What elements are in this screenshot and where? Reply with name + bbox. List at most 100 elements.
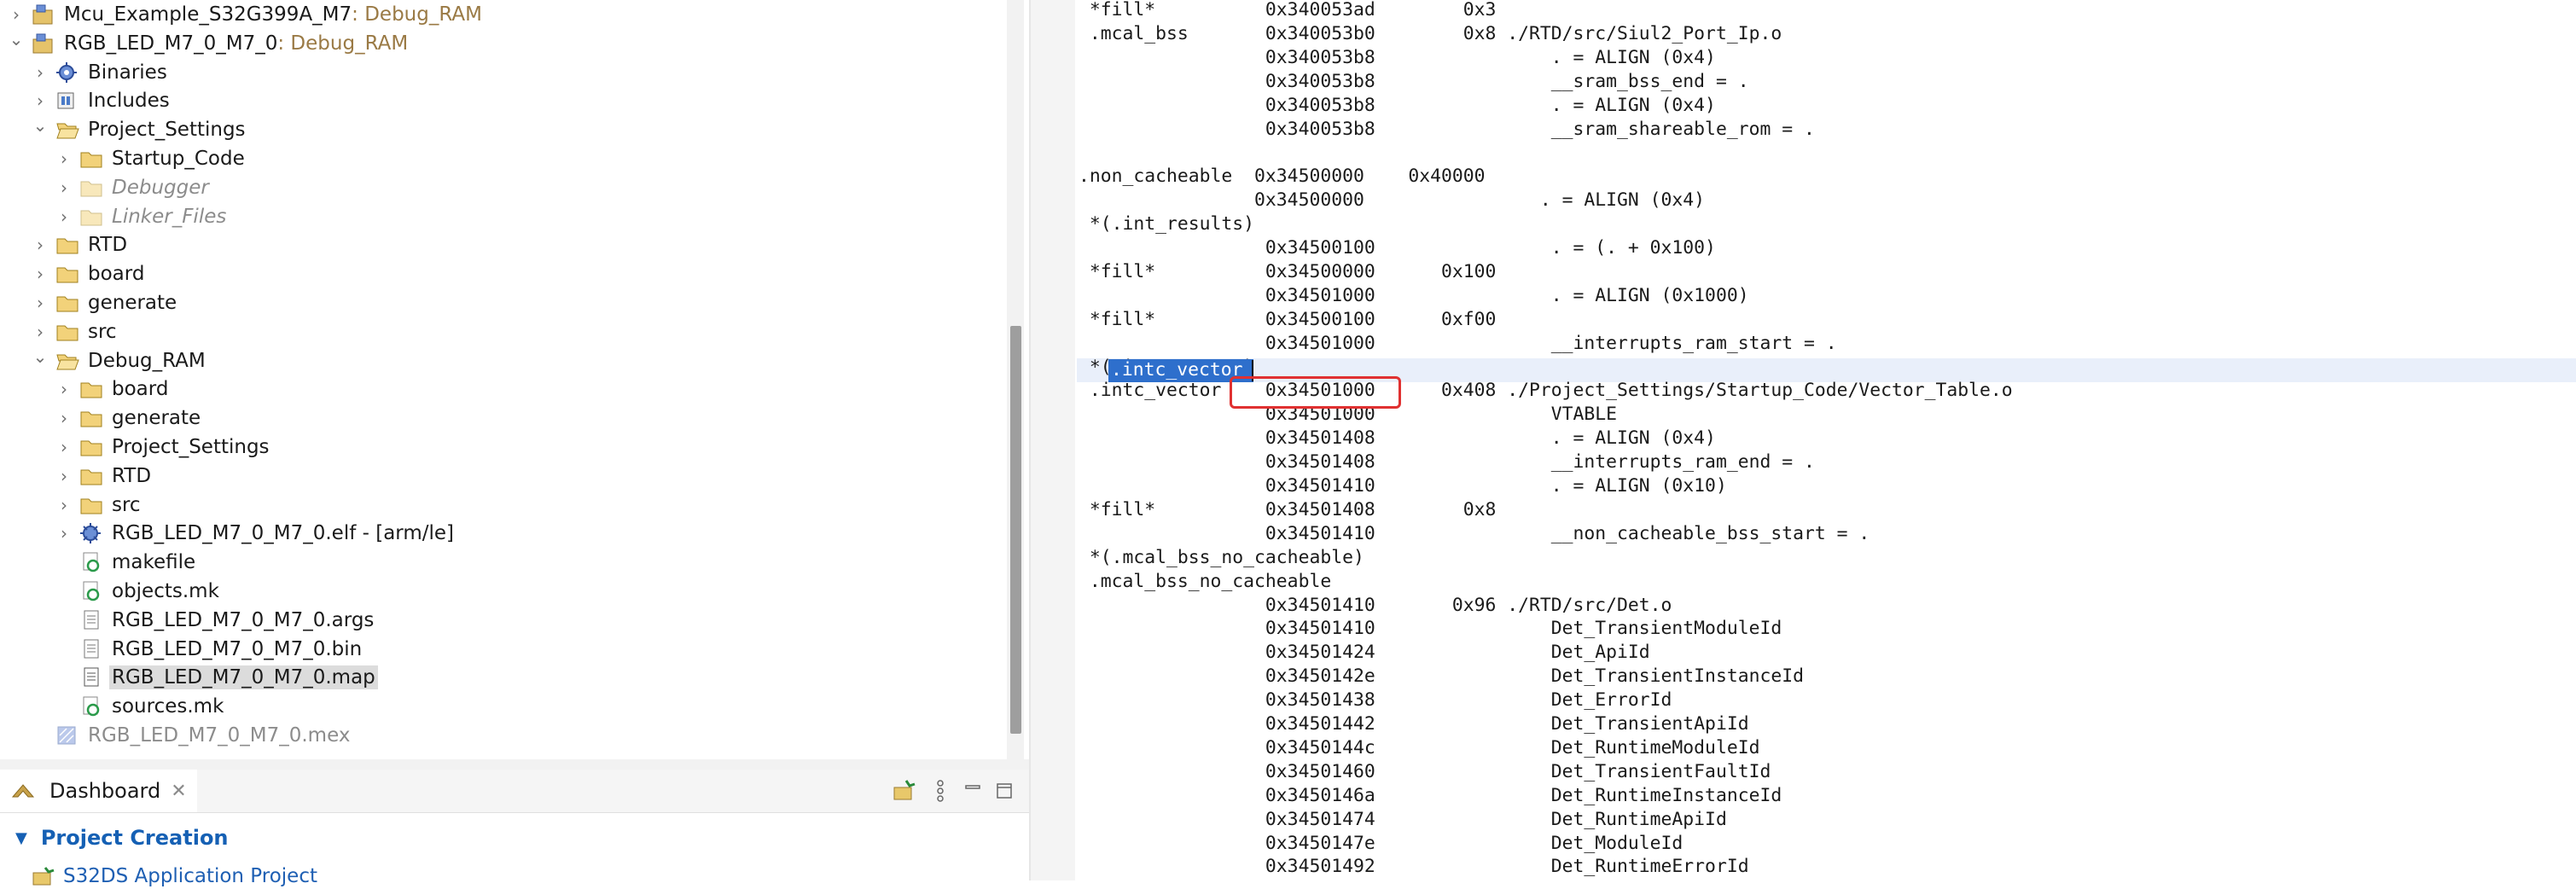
- tree-item[interactable]: objects.mk: [55, 577, 222, 606]
- tree-item[interactable]: RGB_LED_M7_0_M7_0.bin: [55, 635, 364, 664]
- tree-item-label-box: RTD: [109, 464, 154, 488]
- folder-icon: [79, 463, 104, 489]
- chevron-right-icon[interactable]: ›: [55, 491, 73, 520]
- tree-item[interactable]: › Includes: [31, 86, 172, 115]
- chevron-right-icon[interactable]: ›: [55, 433, 73, 462]
- chevron-right-icon[interactable]: ›: [55, 144, 73, 173]
- tree-item-label-box: board: [85, 262, 147, 286]
- project-icon: [31, 31, 56, 56]
- map-line: 0x34501442 Det_TransientApiId: [1079, 713, 1749, 735]
- map-line: 0x340053b8 . = ALIGN (0x4): [1079, 94, 1716, 116]
- chevron-right-icon[interactable]: ›: [55, 375, 73, 404]
- folder-icon: [55, 290, 80, 316]
- minimize-icon[interactable]: [958, 776, 987, 805]
- folder-open-icon: [55, 348, 80, 374]
- tree-item[interactable]: › src: [55, 491, 143, 520]
- folder-icon: [79, 204, 104, 230]
- maximize-icon[interactable]: [990, 776, 1019, 805]
- map-line: 0x340053b8 . = ALIGN (0x4): [1079, 46, 1716, 68]
- chevron-right-icon[interactable]: ›: [31, 58, 49, 87]
- tree-item[interactable]: ⌄ Debug_RAM: [31, 346, 208, 375]
- chevron-right-icon[interactable]: ›: [31, 259, 49, 288]
- tree-item[interactable]: ⌄ RGB_LED_M7_0_M7_0: Debug_RAM: [7, 29, 410, 58]
- tree-item-label-box: RGB_LED_M7_0_M7_0: Debug_RAM: [61, 32, 410, 55]
- highlighted-address-annotation: [1230, 376, 1401, 409]
- explorer-scrollbar-thumb[interactable]: [1010, 326, 1021, 734]
- folder-open-icon: [55, 117, 80, 142]
- tree-item-label: Binaries: [88, 61, 167, 84]
- tree-item[interactable]: › generate: [55, 404, 203, 433]
- tree-item[interactable]: › RGB_LED_M7_0_M7_0.elf - [arm/le]: [55, 519, 456, 548]
- new-project-icon[interactable]: [890, 776, 919, 805]
- tree-item-label: sources.mk: [112, 695, 224, 718]
- map-line: 0x3450146a Det_RuntimeInstanceId: [1079, 784, 1782, 806]
- tree-item-label: generate: [88, 292, 177, 314]
- chevron-right-icon[interactable]: ›: [55, 173, 73, 202]
- tree-item-label-box: Debugger: [109, 176, 212, 200]
- chevron-right-icon[interactable]: ›: [55, 202, 73, 231]
- chevron-right-icon[interactable]: ›: [31, 288, 49, 317]
- tree-item[interactable]: › Binaries: [31, 58, 170, 87]
- tree-item-label: RGB_LED_M7_0_M7_0.map: [112, 666, 375, 689]
- tree-item[interactable]: › Debugger: [55, 173, 212, 202]
- chevron-right-icon[interactable]: ›: [55, 519, 73, 548]
- tree-item[interactable]: › generate: [31, 288, 179, 317]
- tree-item[interactable]: RGB_LED_M7_0_M7_0.map: [55, 663, 378, 692]
- tree-item[interactable]: sources.mk: [55, 692, 226, 721]
- tree-item[interactable]: RGB_LED_M7_0_M7_0.mex: [31, 721, 352, 750]
- tree-item[interactable]: › Mcu_Example_S32G399A_M7: Debug_RAM: [7, 0, 485, 29]
- folder-icon: [55, 261, 80, 287]
- collapse-triangle-icon[interactable]: ▼: [15, 829, 27, 847]
- tree-item-config-suffix: : Debug_RAM: [277, 32, 409, 55]
- tree-item-label-box: Debug_RAM: [85, 349, 208, 373]
- tree-item[interactable]: › Startup_Code: [55, 144, 247, 173]
- map-line: 0x34501438 Det_ErrorId: [1079, 689, 1672, 712]
- map-line: *fill* 0x340053ad 0x3: [1079, 0, 1497, 20]
- chevron-right-icon[interactable]: ›: [31, 230, 49, 259]
- tree-item-label-box: RTD: [85, 233, 130, 257]
- tree-item-label: RGB_LED_M7_0_M7_0: [64, 32, 278, 55]
- panel-sash[interactable]: [0, 759, 1029, 770]
- map-line: 0x34501410 __non_cacheable_bss_start = .: [1079, 522, 1870, 544]
- tree-item[interactable]: › RTD: [55, 462, 154, 491]
- close-icon[interactable]: ✕: [171, 781, 186, 802]
- binaries-icon: [55, 60, 80, 85]
- tree-item-label-box: RGB_LED_M7_0_M7_0.elf - [arm/le]: [109, 521, 456, 545]
- chevron-right-icon[interactable]: ›: [55, 404, 73, 433]
- map-line: 0x340053b8 __sram_bss_end = .: [1079, 70, 1749, 92]
- s32ds-application-project-link[interactable]: S32DS Application Project: [31, 863, 317, 889]
- chevron-down-icon[interactable]: ⌄: [7, 25, 26, 54]
- tree-item[interactable]: RGB_LED_M7_0_M7_0.args: [55, 606, 376, 635]
- map-line: .mcal_bss 0x340053b0 0x8 ./RTD/src/Siul2…: [1079, 22, 1782, 44]
- chevron-down-icon[interactable]: ⌄: [31, 111, 49, 140]
- folder-icon: [79, 376, 104, 402]
- tree-item-label: RGB_LED_M7_0_M7_0.bin: [112, 637, 363, 660]
- map-line: .mcal_bss_no_cacheable: [1079, 570, 1332, 592]
- tab-dashboard[interactable]: Dashboard ✕: [0, 770, 197, 812]
- tree-item-label: RGB_LED_M7_0_M7_0.args: [112, 608, 375, 631]
- chevron-down-icon[interactable]: ⌄: [31, 342, 49, 371]
- tree-item-label-box: Mcu_Example_S32G399A_M7: Debug_RAM: [61, 3, 485, 26]
- project-icon: [31, 2, 56, 27]
- tree-item[interactable]: › Linker_Files: [55, 202, 229, 231]
- tree-item[interactable]: › board: [55, 375, 171, 404]
- tree-item-label-box: src: [85, 320, 119, 344]
- map-line: 0x34501410 Det_TransientModuleId: [1079, 618, 1782, 640]
- tree-item[interactable]: ⌄ Project_Settings: [31, 115, 248, 144]
- editor-ruler: [1031, 0, 1075, 880]
- chevron-right-icon[interactable]: ›: [55, 462, 73, 491]
- tree-item[interactable]: makefile: [55, 548, 198, 577]
- map-line: 0x34501492 Det_RuntimeErrorId: [1079, 856, 1749, 878]
- view-menu-icon[interactable]: [926, 776, 955, 805]
- tree-item[interactable]: › board: [31, 259, 147, 288]
- project-creation-section[interactable]: ▼ Project Creation: [15, 826, 229, 850]
- map-line: 0x34501410 0x96 ./RTD/src/Det.o: [1079, 594, 1672, 616]
- tree-item[interactable]: › RTD: [31, 230, 130, 259]
- tree-item-label: board: [112, 378, 169, 401]
- link-label: S32DS Application Project: [63, 865, 318, 887]
- tree-item[interactable]: › Project_Settings: [55, 433, 272, 462]
- map-line: *(.mcal_bss_no_cacheable): [1079, 546, 1364, 568]
- section-title: Project Creation: [40, 826, 229, 850]
